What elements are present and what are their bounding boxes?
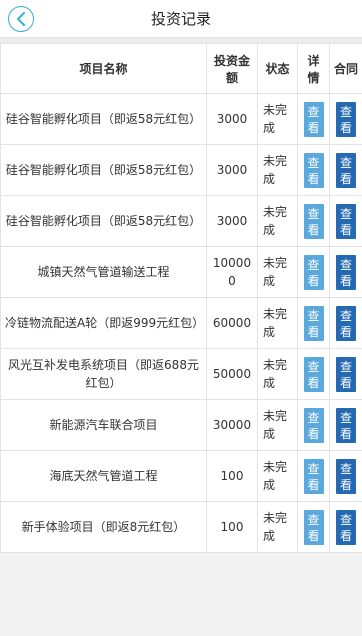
investment-amount: 30000 xyxy=(206,399,258,451)
view-detail-button[interactable]: 查看 xyxy=(303,152,324,188)
project-name: 硅谷智能孵化项目（即返58元红包） xyxy=(0,93,207,145)
view-contract-button[interactable]: 查看 xyxy=(336,305,356,341)
investment-amount: 100 xyxy=(206,501,258,553)
view-detail-cell: 查看 xyxy=(297,348,330,400)
view-contract-cell: 查看 xyxy=(329,246,362,298)
status-text: 未完成 xyxy=(257,246,298,298)
project-name: 城镇天然气管道输送工程 xyxy=(0,246,207,298)
project-name: 硅谷智能孵化项目（即返58元红包） xyxy=(0,144,207,196)
view-detail-button[interactable]: 查看 xyxy=(303,203,324,239)
table-row: 城镇天然气管道输送工程 100000 未完成 查看 查看 xyxy=(0,246,362,298)
view-detail-button[interactable]: 查看 xyxy=(303,305,324,341)
table-row: 海底天然气管道工程 100 未完成 查看 查看 xyxy=(0,450,362,502)
page-header: 投资记录 xyxy=(0,0,362,38)
view-contract-button[interactable]: 查看 xyxy=(336,509,356,545)
status-text: 未完成 xyxy=(257,501,298,553)
column-header-amount: 投资金额 xyxy=(206,43,258,94)
view-contract-button[interactable]: 查看 xyxy=(336,407,356,443)
view-detail-button[interactable]: 查看 xyxy=(303,407,324,443)
back-button[interactable] xyxy=(8,6,34,32)
view-detail-button[interactable]: 查看 xyxy=(303,458,324,494)
investment-amount: 100000 xyxy=(206,246,258,298)
chevron-left-icon xyxy=(17,12,25,26)
view-contract-cell: 查看 xyxy=(329,348,362,400)
view-detail-cell: 查看 xyxy=(297,246,330,298)
view-contract-cell: 查看 xyxy=(329,93,362,145)
column-header-detail: 详情 xyxy=(297,43,330,94)
project-name: 海底天然气管道工程 xyxy=(0,450,207,502)
view-contract-button[interactable]: 查看 xyxy=(336,101,356,137)
status-text: 未完成 xyxy=(257,144,298,196)
view-detail-cell: 查看 xyxy=(297,450,330,502)
project-name: 冷链物流配送A轮（即返999元红包） xyxy=(0,297,207,349)
investment-amount: 3000 xyxy=(206,195,258,247)
view-contract-cell: 查看 xyxy=(329,450,362,502)
project-name: 新手体验项目（即返8元红包） xyxy=(0,501,207,553)
project-name: 新能源汽车联合项目 xyxy=(0,399,207,451)
investment-table: 项目名称 投资金额 状态 详情 合同 硅谷智能孵化项目（即返58元红包） 3000… xyxy=(0,43,362,553)
view-contract-button[interactable]: 查看 xyxy=(336,458,356,494)
page-title: 投资记录 xyxy=(150,10,211,28)
status-text: 未完成 xyxy=(257,348,298,400)
view-contract-cell: 查看 xyxy=(329,144,362,196)
status-text: 未完成 xyxy=(257,450,298,502)
table-row: 冷链物流配送A轮（即返999元红包） 60000 未完成 查看 查看 xyxy=(0,297,362,349)
column-header-status: 状态 xyxy=(257,43,298,94)
view-contract-button[interactable]: 查看 xyxy=(336,152,356,188)
view-detail-cell: 查看 xyxy=(297,399,330,451)
table-row: 风光互补发电系统项目（即返688元红包） 50000 未完成 查看 查看 xyxy=(0,348,362,400)
view-contract-button[interactable]: 查看 xyxy=(336,356,356,392)
view-detail-button[interactable]: 查看 xyxy=(303,356,324,392)
status-text: 未完成 xyxy=(257,93,298,145)
status-text: 未完成 xyxy=(257,399,298,451)
investment-amount: 3000 xyxy=(206,144,258,196)
status-text: 未完成 xyxy=(257,195,298,247)
table-row: 硅谷智能孵化项目（即返58元红包） 3000 未完成 查看 查看 xyxy=(0,195,362,247)
table-row: 新手体验项目（即返8元红包） 100 未完成 查看 查看 xyxy=(0,501,362,553)
view-detail-button[interactable]: 查看 xyxy=(303,101,324,137)
project-name: 硅谷智能孵化项目（即返58元红包） xyxy=(0,195,207,247)
column-header-name: 项目名称 xyxy=(0,43,207,94)
view-detail-cell: 查看 xyxy=(297,195,330,247)
view-contract-cell: 查看 xyxy=(329,399,362,451)
table-row: 硅谷智能孵化项目（即返58元红包） 3000 未完成 查看 查看 xyxy=(0,93,362,145)
status-text: 未完成 xyxy=(257,297,298,349)
view-detail-button[interactable]: 查看 xyxy=(303,254,324,290)
view-detail-cell: 查看 xyxy=(297,144,330,196)
view-detail-cell: 查看 xyxy=(297,297,330,349)
investment-amount: 3000 xyxy=(206,93,258,145)
view-contract-cell: 查看 xyxy=(329,501,362,553)
view-contract-button[interactable]: 查看 xyxy=(336,254,356,290)
view-contract-cell: 查看 xyxy=(329,195,362,247)
table-header-row: 项目名称 投资金额 状态 详情 合同 xyxy=(0,43,362,94)
column-header-contract: 合同 xyxy=(329,43,362,94)
view-detail-cell: 查看 xyxy=(297,501,330,553)
investment-amount: 50000 xyxy=(206,348,258,400)
view-contract-button[interactable]: 查看 xyxy=(336,203,356,239)
project-name: 风光互补发电系统项目（即返688元红包） xyxy=(0,348,207,400)
view-contract-cell: 查看 xyxy=(329,297,362,349)
investment-amount: 100 xyxy=(206,450,258,502)
view-detail-button[interactable]: 查看 xyxy=(303,509,324,545)
table-row: 硅谷智能孵化项目（即返58元红包） 3000 未完成 查看 查看 xyxy=(0,144,362,196)
investment-amount: 60000 xyxy=(206,297,258,349)
view-detail-cell: 查看 xyxy=(297,93,330,145)
table-row: 新能源汽车联合项目 30000 未完成 查看 查看 xyxy=(0,399,362,451)
